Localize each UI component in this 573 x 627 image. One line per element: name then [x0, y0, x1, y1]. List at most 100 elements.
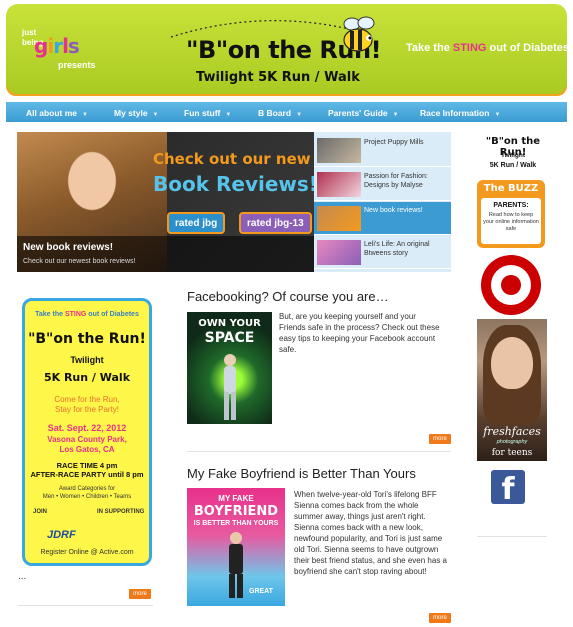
chevron-down-icon: ▼	[494, 112, 501, 118]
slide-caption-title: New book reviews!	[23, 242, 114, 253]
slide-list-item[interactable]: Leli's Life: An original Btweens story	[314, 236, 451, 269]
the-buzz-box[interactable]: The BUZZ PARENTS: Read how to keep your …	[477, 180, 545, 248]
buzz-title: The BUZZ	[483, 183, 539, 194]
ad-date: Sat. Sept. 22, 2012	[47, 423, 127, 433]
just-being-girls-logo[interactable]: just being girls presents	[20, 24, 110, 76]
race-flyer-ad[interactable]: Take the STING out of Diabetes "B"on the…	[22, 298, 152, 566]
image-text: GREAT	[249, 588, 273, 595]
ad-join: JOIN	[33, 509, 48, 515]
article-title[interactable]: Facebooking? Of course you are…	[187, 289, 389, 304]
freshfaces-ad[interactable]: freshfaces photography for teens	[477, 319, 547, 461]
jdrf-logo: JDRF	[47, 529, 76, 541]
ad-award-line: Award Categories for	[58, 486, 116, 492]
slide-list: Project Puppy Mills Passion for Fashion:…	[314, 132, 451, 272]
nav-label: Fun stuff	[184, 108, 221, 118]
nav-label: B Board	[258, 108, 292, 118]
ad-register: Register Online @ Active.com	[40, 549, 134, 556]
image-text: MY FAKE	[218, 494, 254, 503]
slide-thumbnail	[317, 172, 361, 197]
portrait-face	[491, 337, 533, 389]
logo-run: 5K Run / Walk	[489, 162, 537, 169]
divider	[187, 451, 451, 452]
slide-main[interactable]: Check out our new Book Reviews! rated jb…	[17, 132, 314, 272]
article-image[interactable]: OWN YOUR SPACE	[187, 312, 272, 424]
image-text: BOYFRIEND	[193, 504, 279, 519]
ad-award: Award Categories for Men • Women • Childr…	[25, 485, 149, 501]
figure-icon	[229, 532, 243, 598]
main-nav: All about me ▼ My style ▼ Fun stuff ▼ B Boa…	[6, 102, 567, 122]
ad-tag-sting: STING	[64, 311, 87, 318]
ad-race-line: AFTER-RACE PARTY until 8 pm	[30, 470, 144, 479]
ad-tag-pre: Take the	[35, 311, 65, 318]
slide-headline: Check out our new	[153, 150, 311, 168]
nav-label: Parents' Guide	[328, 108, 388, 118]
ad-come: Come for the Run, Stay for the Party!	[25, 395, 149, 415]
buzz-text: Read how to keep your online information…	[483, 212, 539, 232]
bee-icon	[343, 16, 375, 52]
slide-list-item[interactable]: Project Puppy Mills	[314, 134, 451, 167]
nav-item-all-about-me[interactable]: All about me ▼	[26, 108, 88, 118]
slide-thumbnail	[317, 206, 361, 231]
nav-item-my-style[interactable]: My style ▼	[114, 108, 159, 118]
more-button[interactable]: more	[129, 589, 151, 599]
ad-run: 5K Run / Walk	[43, 371, 131, 384]
left-ellipsis: ...	[18, 571, 27, 582]
article-image[interactable]: MY FAKE BOYFRIEND IS BETTER THAN YOURS G…	[187, 488, 285, 606]
article-title[interactable]: My Fake Boyfriend is Better Than Yours	[187, 466, 416, 481]
slide-caption-sub: Check out our newest book reviews!	[23, 258, 136, 265]
logo-twilight: Twilight	[500, 152, 526, 159]
header-subtitle: Twilight 5K Run / Walk	[196, 70, 360, 85]
slide-list-label: Leli's Life: An original Btweens story	[364, 241, 430, 257]
ad-support: IN SUPPORTING	[97, 509, 145, 515]
b-on-the-run-logo[interactable]: "B"on the Run! Twilight 5K Run / Walk	[477, 134, 549, 176]
facebook-icon[interactable]: f	[491, 470, 525, 507]
nav-item-b-board[interactable]: B Board ▼	[258, 108, 302, 118]
ad-race-line: RACE TIME 4 pm	[56, 461, 118, 470]
chevron-down-icon: ▼	[296, 112, 303, 118]
slide-list-item-active[interactable]: New book reviews!	[314, 202, 451, 235]
buzz-content: PARENTS: Read how to keep your online in…	[481, 198, 541, 244]
buzz-parents: PARENTS:	[493, 202, 529, 209]
ad-title: "B"on the Run!	[28, 331, 146, 347]
chevron-down-icon: ▼	[392, 112, 399, 118]
tagline-pre: Take the	[406, 42, 453, 54]
slide-headline-book-reviews: Book Reviews!	[153, 172, 314, 196]
logo-girls: girls	[34, 34, 80, 58]
ad-venue: Vasona County Park, Los Gatos, CA	[25, 435, 149, 455]
logo-presents: presents	[58, 60, 96, 70]
slide-list-label: Passion for Fashion: Designs by Malyse	[364, 173, 428, 189]
header-tagline: Take the STING out of Diabetes	[406, 42, 567, 54]
ad-twilight: Twilight	[70, 355, 104, 365]
target-logo-icon[interactable]	[479, 253, 543, 317]
ad-tag-post: out of Diabetes	[86, 311, 139, 318]
ad-come-line: Stay for the Party!	[54, 405, 120, 414]
image-text: OWN YOUR	[198, 318, 261, 329]
nav-item-fun-stuff[interactable]: Fun stuff ▼	[184, 108, 231, 118]
tagline-post: out of Diabetes	[486, 42, 567, 54]
logo-letter: r	[53, 34, 63, 58]
site-header: just being girls presents "B"on the Run!…	[6, 4, 567, 94]
more-button[interactable]: more	[429, 434, 451, 444]
ad-come-line: Come for the Run,	[54, 395, 120, 404]
featured-slider: Check out our new Book Reviews! rated jb…	[17, 132, 451, 272]
slide-thumbnail	[317, 138, 361, 163]
nav-item-race-information[interactable]: Race Information ▼	[420, 108, 500, 118]
chevron-down-icon: ▼	[152, 112, 159, 118]
image-text: IS BETTER THAN YOURS	[193, 520, 279, 527]
logo-letter: g	[34, 34, 48, 58]
more-button[interactable]: more	[429, 613, 451, 623]
slide-thumbnail	[317, 240, 361, 265]
slide-list-item[interactable]: Passion for Fashion: Designs by Malyse	[314, 168, 451, 201]
nav-item-parents-guide[interactable]: Parents' Guide ▼	[328, 108, 399, 118]
figure-icon	[224, 354, 236, 420]
rating-badge-jbg: rated jbg	[167, 212, 226, 234]
nav-label: My style	[114, 108, 148, 118]
nav-label: Race Information	[420, 108, 490, 118]
chevron-down-icon: ▼	[82, 112, 88, 118]
rating-badge-jbg13: rated jbg-13	[239, 212, 312, 234]
divider	[477, 536, 547, 537]
ad-award-line: Men • Women • Children • Teams	[42, 494, 132, 500]
freshfaces-title: freshfaces	[483, 425, 541, 438]
article-body: But, are you keeping yourself and your F…	[279, 312, 440, 354]
freshfaces-sub: photography	[496, 439, 528, 445]
